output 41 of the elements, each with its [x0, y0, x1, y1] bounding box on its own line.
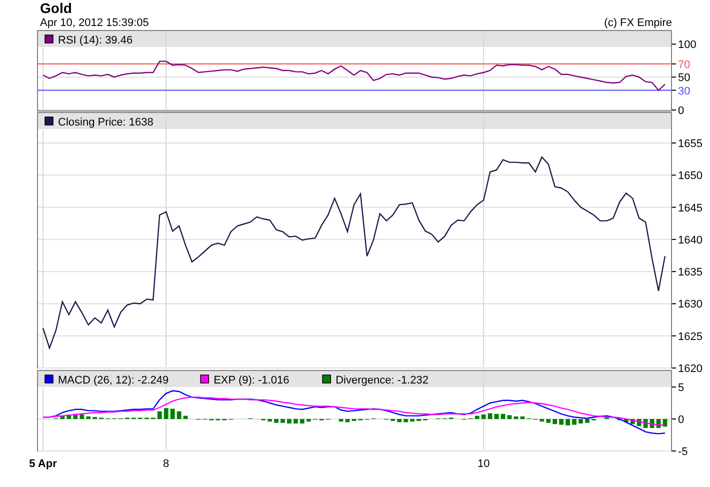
chart-title: Gold	[40, 0, 72, 16]
tick-mark	[672, 303, 676, 304]
tick-label: 70	[678, 58, 690, 71]
timestamp: Apr 10, 2012 15:39:05	[40, 16, 149, 30]
tick-label: 5	[678, 382, 684, 394]
tick-label: 1645	[678, 202, 702, 214]
tick-label: 10	[477, 458, 490, 470]
tick-label: 1630	[678, 298, 702, 311]
tick-label: 8	[163, 458, 170, 470]
tick-mark	[672, 142, 676, 144]
legend-label: RSI (14): 39.46	[58, 34, 133, 46]
tick-label: 0	[678, 414, 684, 426]
tick-mark	[672, 76, 676, 78]
tick-mark	[672, 238, 676, 240]
tick-mark	[672, 335, 676, 336]
tick-label: 100	[678, 39, 696, 52]
copyright-text: (c) FX Empire	[604, 16, 672, 30]
tick-label: 1655	[678, 138, 702, 150]
tick-mark	[672, 63, 676, 64]
tick-label: 1650	[678, 170, 702, 182]
tick-label: 5 Apr	[29, 458, 57, 470]
tick-mark	[672, 450, 676, 452]
tick-label: 1620	[678, 363, 702, 375]
legend-label: MACD (26, 12): -2.249	[58, 374, 169, 386]
tick-mark	[672, 44, 676, 45]
tick-label: 1625	[678, 330, 702, 343]
tick-mark	[672, 90, 676, 91]
tick-label: 0	[678, 105, 684, 117]
tick-mark	[672, 174, 676, 176]
tick-label: 1635	[678, 266, 702, 279]
tick-label: 1640	[678, 234, 702, 246]
legend-label: Divergence: -1.232	[336, 374, 429, 386]
tick-label: 50	[678, 72, 690, 84]
tick-mark	[672, 206, 676, 208]
tick-label: -5	[678, 446, 688, 458]
tick-mark	[672, 271, 676, 272]
tick-mark	[672, 386, 676, 388]
tick-mark	[672, 418, 676, 420]
legend-label: Closing Price: 1638	[58, 116, 154, 128]
legend-label: EXP (9): -1.016	[214, 374, 290, 386]
tick-label: 30	[678, 85, 690, 98]
